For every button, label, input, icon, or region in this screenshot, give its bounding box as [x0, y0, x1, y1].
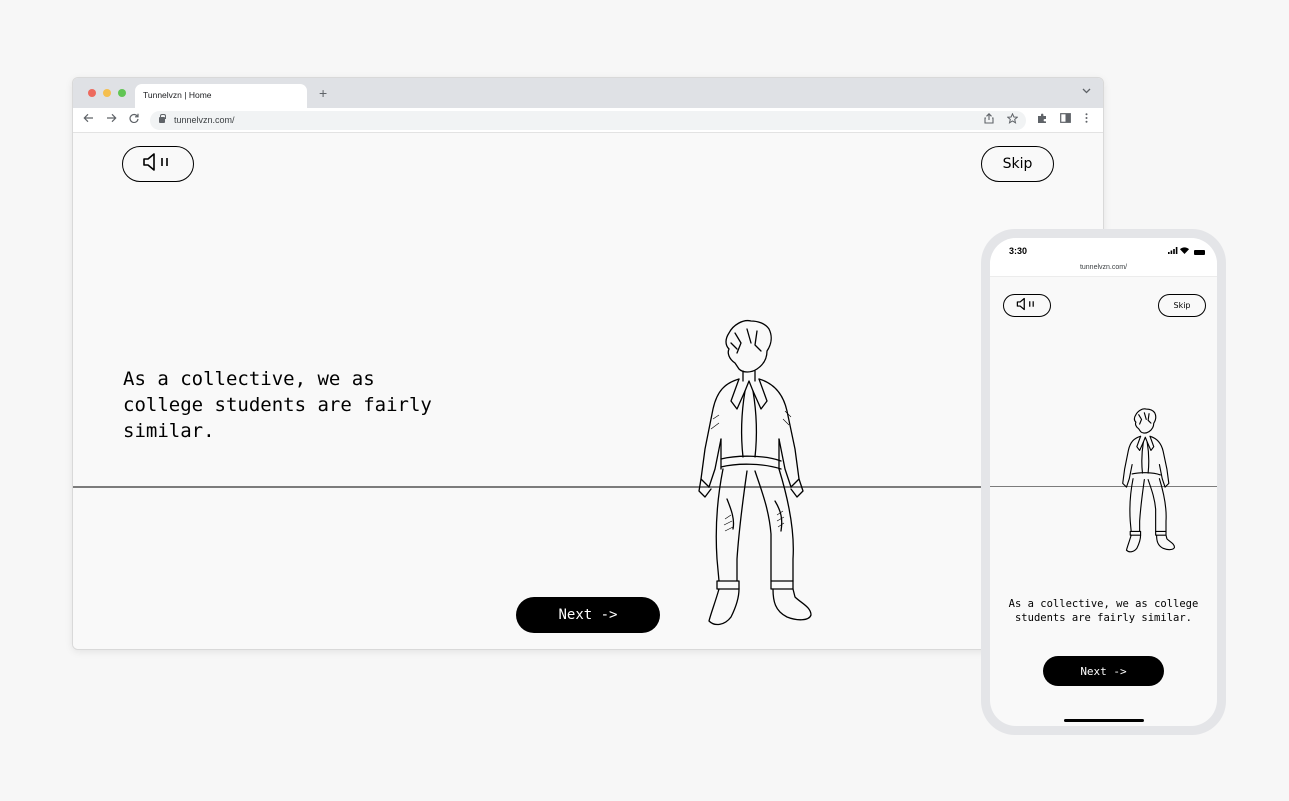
signal-icon [1167, 247, 1177, 254]
skip-button[interactable]: Skip [981, 146, 1054, 182]
sound-toggle-button[interactable] [122, 146, 194, 182]
share-icon[interactable] [984, 113, 994, 128]
new-tab-button[interactable]: + [319, 86, 327, 100]
mobile-url-text: tunnelvzn.com/ [1079, 264, 1128, 271]
chevron-down-icon[interactable] [1082, 86, 1091, 97]
mobile-intro-text: As a collective, we as college students … [1008, 598, 1199, 624]
maximize-window-button[interactable] [118, 89, 126, 97]
mobile-screen: 3:30 tunnelvzn.com/ Skip As a collective… [990, 238, 1217, 726]
mobile-device-frame: 3:30 tunnelvzn.com/ Skip As a collective… [981, 229, 1226, 735]
browser-toolbar: tunnelvzn.com/ [73, 108, 1103, 133]
page-viewport: Skip As a collective, we as college stud… [73, 133, 1103, 649]
back-arrow-icon[interactable] [83, 113, 94, 127]
next-button[interactable]: Next -> [516, 597, 660, 633]
close-window-button[interactable] [88, 89, 96, 97]
kebab-menu-icon[interactable] [1085, 113, 1088, 127]
battery-icon [1194, 249, 1205, 255]
tab-bar: Tunnelvzn | Home + [73, 78, 1103, 108]
status-time: 3:30 [1009, 246, 1028, 256]
bookmark-star-icon[interactable] [1006, 112, 1019, 128]
home-indicator[interactable] [1064, 719, 1144, 722]
mobile-skip-button[interactable]: Skip [1158, 294, 1206, 317]
mobile-next-button[interactable]: Next -> [1043, 656, 1164, 686]
mobile-sound-toggle-button[interactable] [1003, 294, 1051, 317]
status-bar: 3:30 [990, 238, 1217, 266]
address-bar[interactable]: tunnelvzn.com/ [150, 111, 1026, 130]
sitting-student-illustration [698, 319, 812, 626]
speaker-pause-icon [1016, 296, 1038, 315]
side-panel-icon[interactable] [1060, 113, 1071, 127]
mobile-sitting-student-illustration [1122, 408, 1176, 553]
mobile-horizon-line [990, 486, 1217, 487]
intro-text: As a collective, we as college students … [123, 368, 432, 442]
url-text: tunnelvzn.com/ [174, 115, 235, 125]
tab-home[interactable]: Tunnelvzn | Home [135, 84, 307, 108]
tab-title: Tunnelvzn | Home [143, 90, 212, 100]
forward-arrow-icon[interactable] [106, 113, 117, 127]
speaker-pause-icon [142, 152, 174, 176]
lock-icon [159, 114, 166, 123]
status-icons [1167, 247, 1205, 256]
extensions-puzzle-icon[interactable] [1037, 113, 1048, 128]
minimize-window-button[interactable] [103, 89, 111, 97]
horizon-line [73, 486, 1103, 488]
reload-icon[interactable] [129, 113, 139, 127]
desktop-browser-window: Tunnelvzn | Home + tunnelvzn.com/ Skip A… [72, 77, 1104, 650]
wifi-icon [1179, 247, 1189, 254]
